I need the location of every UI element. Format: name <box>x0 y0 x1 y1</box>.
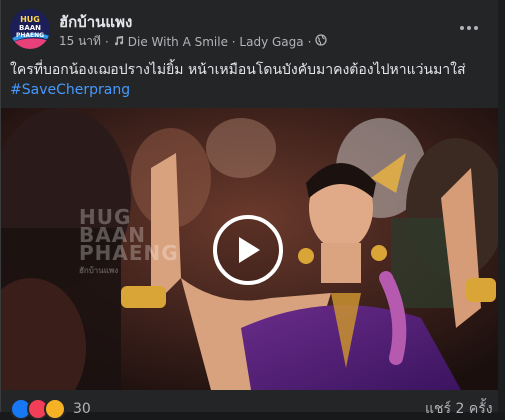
meta-separator-2: · <box>307 34 312 49</box>
scrollbar[interactable] <box>498 0 505 412</box>
meta-separator: · <box>104 34 109 49</box>
post-caption: ใครที่บอกน้องเฌอปรางไม่ยิ้ม หน้าเหมือนโด… <box>10 60 500 100</box>
post-song[interactable]: Die With A Smile · Lady Gaga <box>128 35 304 49</box>
caption-text: ใครที่บอกน้องเฌอปรางไม่ยิ้ม หน้าเหมือนโด… <box>10 62 466 78</box>
logo-text-2: BAAN <box>19 24 41 32</box>
music-note-icon <box>113 35 124 49</box>
hashtag-link[interactable]: #SaveCherprang <box>10 80 500 100</box>
logo-text-3: PHAENG <box>16 32 44 39</box>
share-count[interactable]: แชร์ 2 ครั้ง <box>425 398 493 420</box>
logo-text-1: HUG <box>20 15 40 24</box>
watermark-line-3: PHAENG <box>79 241 179 265</box>
post-meta: 15 นาที · Die With A Smile · Lady Gaga · <box>59 32 328 51</box>
reaction-count[interactable]: 30 <box>73 401 91 417</box>
globe-icon[interactable] <box>315 34 328 49</box>
post-author[interactable]: ฮักบ้านแพง <box>59 10 132 34</box>
play-icon <box>239 237 260 263</box>
post-time[interactable]: 15 นาที <box>59 32 101 51</box>
page-logo: HUG BAAN PHAENG <box>10 9 50 49</box>
page-avatar[interactable]: HUG BAAN PHAENG <box>10 9 50 49</box>
more-options-icon[interactable] <box>456 15 482 41</box>
play-button[interactable] <box>213 215 283 285</box>
reaction-summary[interactable]: 30 <box>10 398 91 420</box>
post-card: HUG BAAN PHAENG ฮักบ้านแพง 15 นาที · Die… <box>0 0 505 420</box>
haha-reaction-icon <box>44 398 66 420</box>
video-watermark: HUG BAAN PHAENG ฮักบ้านแพง <box>79 207 179 280</box>
